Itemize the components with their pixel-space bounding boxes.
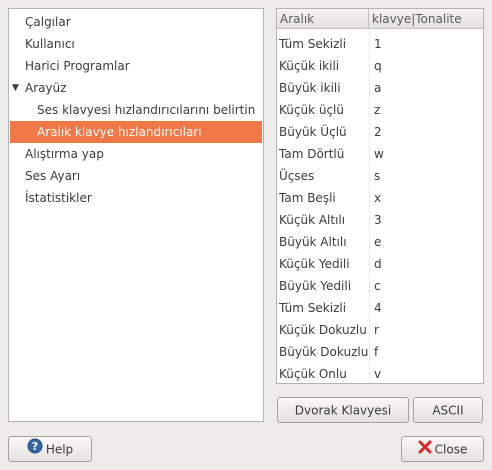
- key-cell[interactable]: z: [374, 99, 474, 121]
- interval-cell: Üçses: [279, 169, 315, 183]
- key-cell[interactable]: r: [374, 319, 474, 341]
- key-cell[interactable]: e: [374, 231, 474, 253]
- tree-item-label: Arayüz: [25, 81, 67, 95]
- interval-cell: Küçük üçlü: [279, 103, 344, 117]
- ascii-button[interactable]: ASCII: [413, 397, 483, 423]
- key-cell[interactable]: v: [374, 363, 474, 383]
- column-header-key[interactable]: klavye|Tonalite: [369, 9, 483, 29]
- interval-cell: Büyük Üçlü: [279, 125, 347, 139]
- table-row[interactable]: Tüm Sekizli 1: [277, 33, 483, 55]
- tree-item-label: Alıştırma yap: [25, 147, 104, 161]
- tree-item-interval-keyboard-accelerators[interactable]: Aralık klavye hızlandırıcıları: [10, 121, 262, 143]
- table-row[interactable]: Büyük Dokuzlu f: [277, 341, 483, 363]
- tree-item-label: Kullanıcı: [25, 37, 75, 51]
- interval-cell: Büyük Yedili: [279, 279, 352, 293]
- interval-cell: Büyük Dokuzlu: [279, 345, 369, 359]
- table-row[interactable]: Tam Dörtlü w: [277, 143, 483, 165]
- tree-item-sound-setup[interactable]: Ses Ayarı: [10, 165, 262, 187]
- table-header: Aralık klavye|Tonalite: [277, 9, 483, 29]
- key-cell[interactable]: d: [374, 253, 474, 275]
- key-cell[interactable]: s: [374, 165, 474, 187]
- tree-item-note-keyboard-accelerators[interactable]: Ses klavyesi hızlandırıcılarını belirtin: [10, 99, 262, 121]
- key-cell[interactable]: q: [374, 55, 474, 77]
- table-row[interactable]: Büyük ikili a: [277, 77, 483, 99]
- interval-cell: Tam Beşli: [279, 191, 336, 205]
- interval-cell: Küçük Dokuzlu: [279, 323, 367, 337]
- table-row[interactable]: Küçük Dokuzlu r: [277, 319, 483, 341]
- tree-item-label: Aralık klavye hızlandırıcıları: [37, 125, 202, 139]
- table-row[interactable]: Tam Beşli x: [277, 187, 483, 209]
- table-row[interactable]: Küçük ikili q: [277, 55, 483, 77]
- help-label: Help: [45, 442, 74, 457]
- tree-item-user[interactable]: Kullanıcı: [10, 33, 262, 55]
- key-cell[interactable]: c: [374, 275, 474, 297]
- key-cell[interactable]: 3: [374, 209, 474, 231]
- dvorak-keyboard-button[interactable]: Dvorak Klavyesi: [277, 397, 409, 423]
- interval-key-table[interactable]: Aralık klavye|Tonalite Tüm Sekizli 1 Küçü…: [276, 8, 484, 384]
- interval-cell: Büyük Altılı: [279, 235, 347, 249]
- close-button[interactable]: Close: [401, 436, 484, 462]
- table-row[interactable]: Küçük Yedili d: [277, 253, 483, 275]
- table-row[interactable]: Büyük Üçlü 2: [277, 121, 483, 143]
- key-cell[interactable]: x: [374, 187, 474, 209]
- tree-item-label: Çalgılar: [25, 15, 71, 29]
- key-cell[interactable]: a: [374, 77, 474, 99]
- tree-item-instruments[interactable]: Çalgılar: [10, 11, 262, 33]
- interval-cell: Tam Dörtlü: [279, 147, 345, 161]
- table-row[interactable]: Büyük Altılı e: [277, 231, 483, 253]
- table-row[interactable]: Küçük Altılı 3: [277, 209, 483, 231]
- dvorak-keyboard-label: Dvorak Klavyesi: [294, 403, 392, 418]
- table-row[interactable]: Büyük Yedili c: [277, 275, 483, 297]
- tree-item-label: İstatistikler: [25, 191, 92, 205]
- table-row[interactable]: Üçses s: [277, 165, 483, 187]
- svg-text:?: ?: [32, 440, 38, 453]
- table-row[interactable]: Küçük Onlu v: [277, 363, 483, 383]
- interval-cell: Büyük ikili: [279, 81, 341, 95]
- preferences-tree[interactable]: Çalgılar Kullanıcı Harici Programlar ▼ A…: [8, 8, 264, 422]
- tree-item-interface[interactable]: ▼ Arayüz: [10, 77, 262, 99]
- tree-item-external-programs[interactable]: Harici Programlar: [10, 55, 262, 77]
- table-row[interactable]: Tüm Sekizli 4: [277, 297, 483, 319]
- ascii-label: ASCII: [432, 403, 464, 418]
- expander-arrow-icon[interactable]: ▼: [12, 77, 22, 99]
- interval-cell: Tüm Sekizli: [279, 37, 347, 51]
- column-header-interval[interactable]: Aralık: [277, 9, 369, 29]
- interval-cell: Küçük Altılı: [279, 213, 346, 227]
- interval-cell: Tüm Sekizli: [279, 301, 347, 315]
- tree-item-practise[interactable]: Alıştırma yap: [10, 143, 262, 165]
- tree-item-label: Harici Programlar: [25, 59, 130, 73]
- key-cell[interactable]: 4: [374, 297, 474, 319]
- table-body: Tüm Sekizli 1 Küçük ikili q Büyük ikili a K…: [277, 33, 483, 383]
- table-row[interactable]: Küçük üçlü z: [277, 99, 483, 121]
- tree-item-label: Ses klavyesi hızlandırıcılarını belirtin: [37, 103, 256, 117]
- help-icon: ?: [27, 438, 43, 462]
- key-cell[interactable]: f: [374, 341, 474, 363]
- key-cell[interactable]: 2: [374, 121, 474, 143]
- help-button[interactable]: ? Help: [8, 436, 92, 462]
- key-cell[interactable]: w: [374, 143, 474, 165]
- tree-item-label: Ses Ayarı: [25, 169, 81, 183]
- interval-cell: Küçük ikili: [279, 59, 340, 73]
- tree-item-statistics[interactable]: İstatistikler: [10, 187, 262, 209]
- close-label: Close: [434, 442, 468, 457]
- key-cell[interactable]: 1: [374, 33, 474, 55]
- interval-cell: Küçük Yedili: [279, 257, 350, 271]
- close-icon: [418, 438, 432, 462]
- interval-cell: Küçük Onlu: [279, 367, 347, 381]
